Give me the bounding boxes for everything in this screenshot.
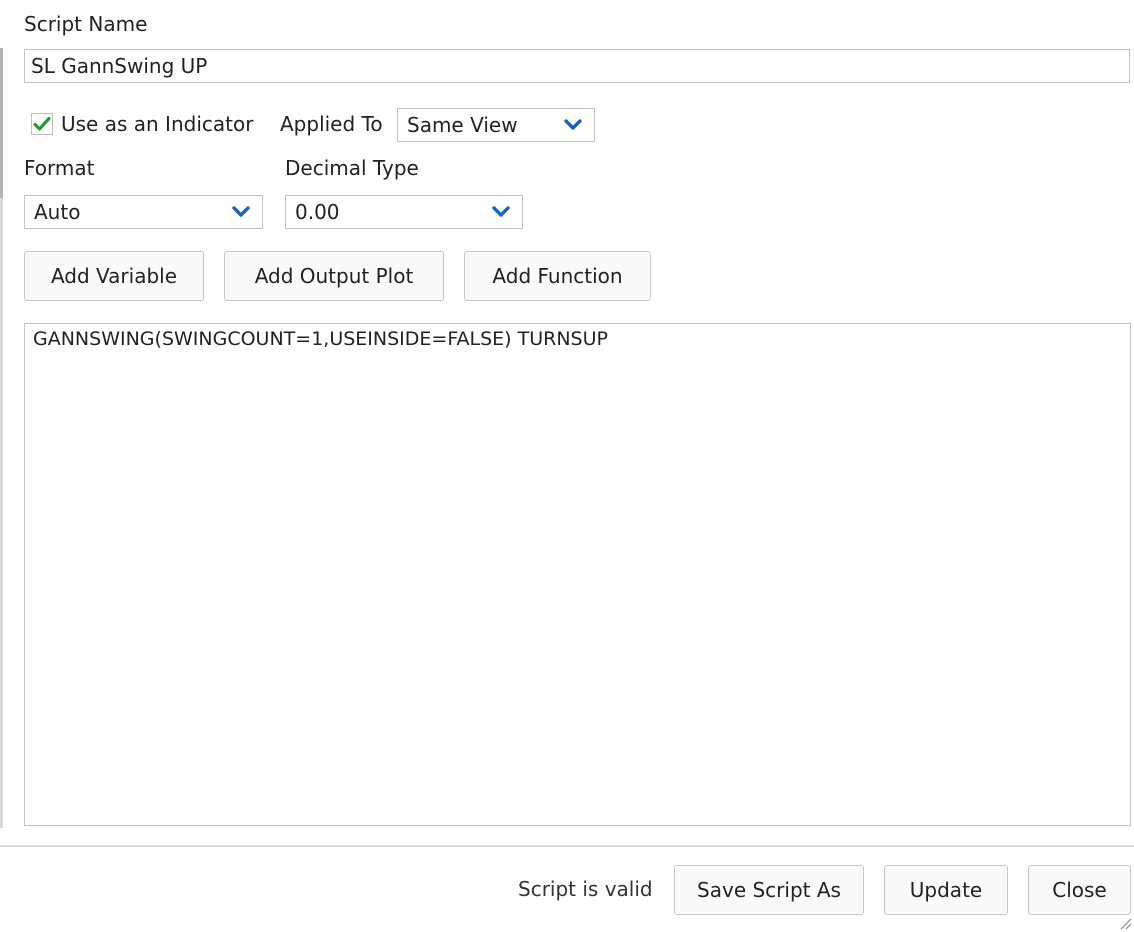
script-name-label: Script Name [24, 12, 148, 36]
resize-grip-icon[interactable] [1118, 916, 1132, 930]
check-icon [33, 116, 51, 131]
chevron-down-icon [564, 119, 582, 130]
applied-to-value: Same View [407, 113, 518, 137]
chevron-down-icon [492, 206, 510, 217]
add-function-button[interactable]: Add Function [464, 251, 651, 301]
script-editor[interactable]: GANNSWING(SWINGCOUNT=1,USEINSIDE=FALSE) … [24, 323, 1131, 826]
decimal-type-label: Decimal Type [285, 156, 419, 180]
applied-to-label: Applied To [280, 112, 383, 136]
footer-divider [0, 845, 1134, 847]
format-value: Auto [34, 200, 81, 224]
decimal-type-select[interactable]: 0.00 [285, 195, 523, 229]
left-edge-scroll-thumb [0, 48, 3, 198]
script-name-input[interactable] [24, 49, 1130, 83]
add-variable-button[interactable]: Add Variable [24, 251, 204, 301]
use-as-indicator-label[interactable]: Use as an Indicator [61, 112, 253, 136]
save-script-as-button[interactable]: Save Script As [674, 865, 864, 915]
update-button[interactable]: Update [884, 865, 1008, 915]
chevron-down-icon [232, 206, 250, 217]
close-button[interactable]: Close [1028, 865, 1131, 915]
decimal-type-value: 0.00 [295, 200, 340, 224]
format-label: Format [24, 156, 95, 180]
applied-to-select[interactable]: Same View [397, 108, 595, 142]
script-status-text: Script is valid [518, 877, 653, 901]
add-output-plot-button[interactable]: Add Output Plot [224, 251, 444, 301]
use-as-indicator-checkbox[interactable] [31, 113, 53, 135]
format-select[interactable]: Auto [24, 195, 263, 229]
